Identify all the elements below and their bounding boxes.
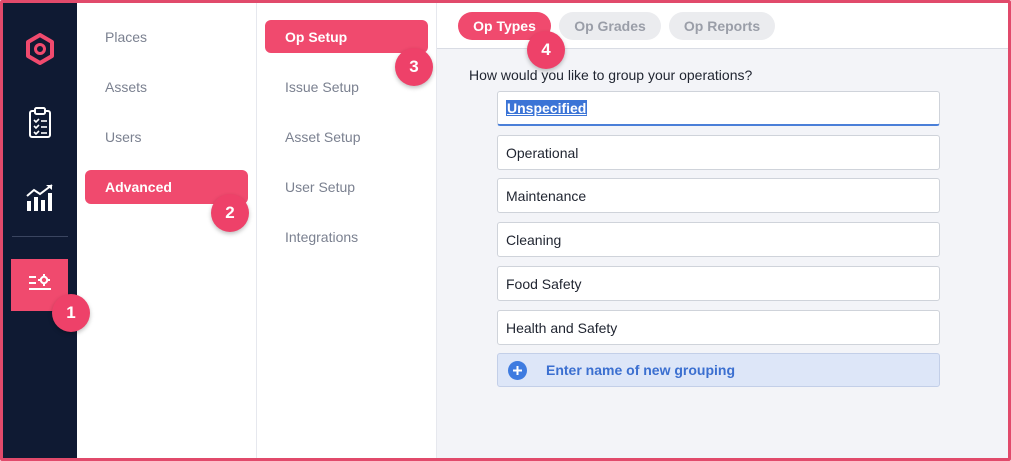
subnav-item-asset-setup[interactable]: Asset Setup (285, 129, 361, 145)
group-name-text: Maintenance (506, 187, 587, 204)
group-name-text: Operational (506, 144, 579, 161)
subnav-item-op-setup[interactable]: Op Setup (265, 20, 428, 53)
subnav-item-user-setup[interactable]: User Setup (285, 179, 355, 195)
nav-item-assets[interactable]: Assets (105, 79, 147, 95)
step-badge-2: 2 (211, 194, 249, 232)
group-input-maintenance[interactable]: Maintenance (497, 178, 940, 213)
group-name-text: Cleaning (506, 231, 562, 248)
nav-item-places[interactable]: Places (105, 29, 147, 45)
new-group-placeholder: Enter name of new grouping (546, 362, 736, 378)
analytics-chart-icon[interactable] (3, 177, 77, 217)
step-badge-4: 4 (527, 31, 565, 69)
plus-circle-icon[interactable] (508, 360, 527, 380)
group-name-text: Food Safety (506, 275, 582, 292)
settings-sliders-icon (27, 272, 53, 299)
hexagon-logo-icon[interactable] (3, 29, 77, 69)
group-input-operational[interactable]: Operational (497, 135, 940, 170)
op-setup-tabs: Op Types Op Grades Op Reports (437, 3, 1008, 49)
subnav-item-issue-setup[interactable]: Issue Setup (285, 79, 359, 95)
group-question: How would you like to group your operati… (469, 67, 753, 83)
rail-divider (12, 236, 68, 237)
new-group-input[interactable]: Enter name of new grouping (497, 353, 940, 387)
group-input-cleaning[interactable]: Cleaning (497, 222, 940, 257)
op-types-panel: Op Types Op Grades Op Reports How would … (437, 3, 1008, 458)
tab-op-grades[interactable]: Op Grades (559, 12, 661, 40)
group-name-text: Unspecified (506, 100, 588, 116)
group-input-food-safety[interactable]: Food Safety (497, 266, 940, 301)
clipboard-checklist-icon[interactable] (3, 103, 77, 143)
tab-op-reports[interactable]: Op Reports (669, 12, 775, 40)
subnav-item-integrations[interactable]: Integrations (285, 229, 358, 245)
step-badge-3: 3 (395, 48, 433, 86)
group-input-health-and-safety[interactable]: Health and Safety (497, 310, 940, 345)
nav-item-users[interactable]: Users (105, 129, 142, 145)
group-input-unspecified[interactable]: Unspecified (497, 91, 940, 126)
app-rail (3, 3, 77, 458)
group-name-text: Health and Safety (506, 319, 618, 336)
step-badge-1: 1 (52, 294, 90, 332)
